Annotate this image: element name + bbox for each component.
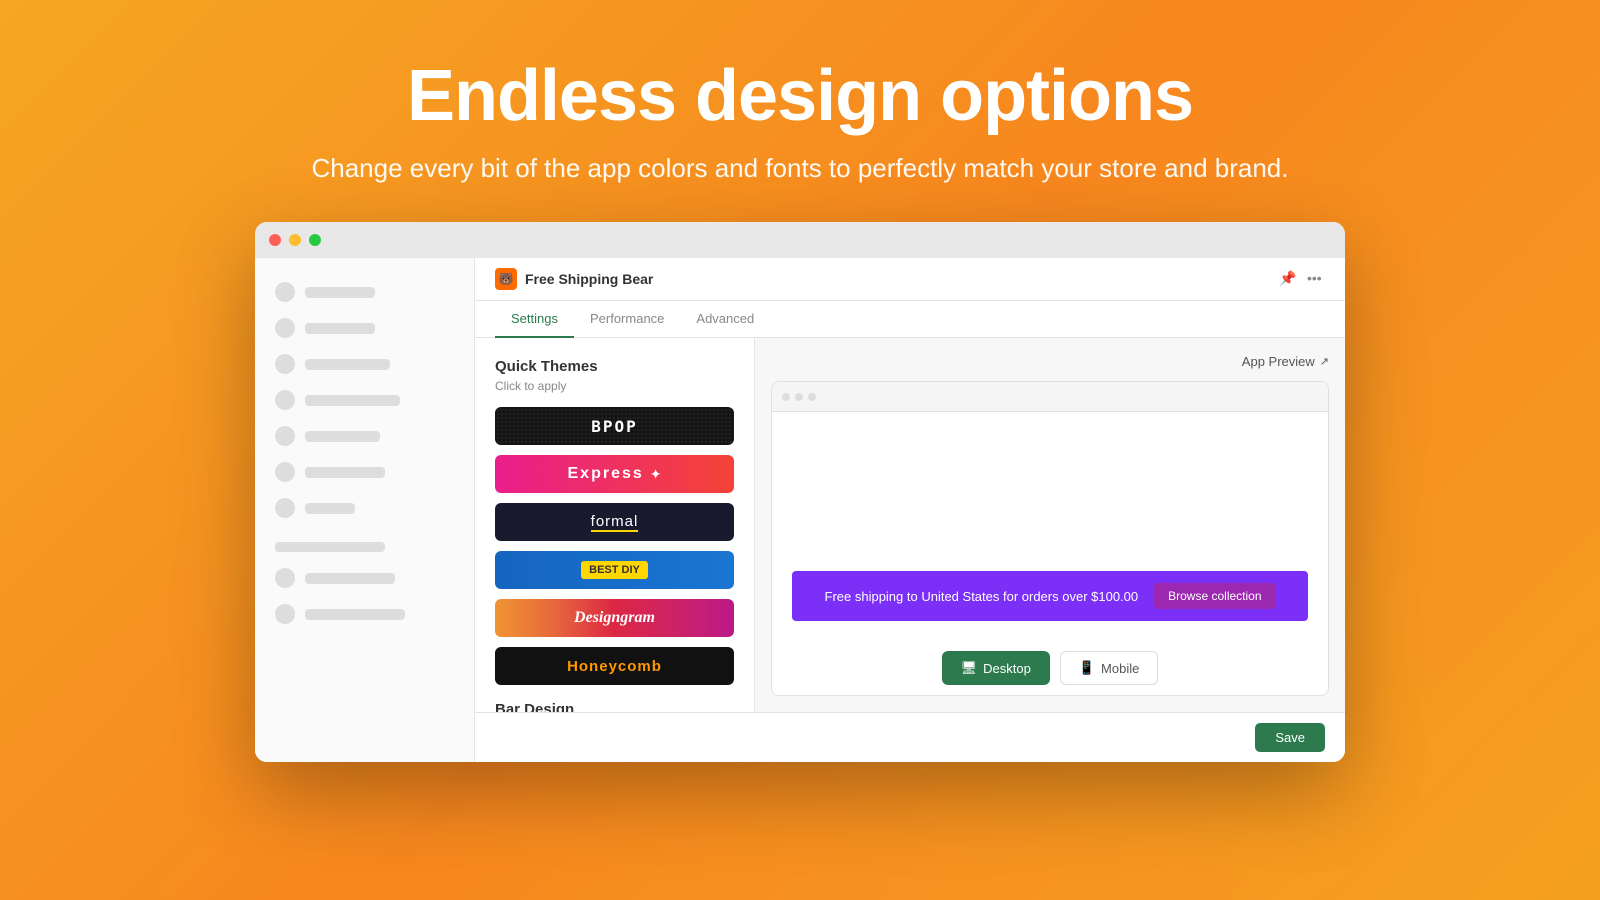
preview-dot-2 — [795, 393, 803, 401]
orders-icon — [275, 318, 295, 338]
theme-formal[interactable]: formal — [495, 503, 734, 541]
more-icon[interactable]: ••• — [1307, 270, 1325, 288]
right-panel: App Preview ↗ Free shipping to Unit — [755, 338, 1345, 712]
sidebar-item-analytics[interactable] — [255, 418, 474, 454]
sidebar-item-discounts[interactable] — [255, 454, 474, 490]
shipping-bar-text: Free shipping to United States for order… — [825, 589, 1139, 604]
sidebar-label-products — [305, 359, 390, 370]
sidebar-item-orders[interactable] — [255, 310, 474, 346]
app-preview-link[interactable]: App Preview ↗ — [1242, 354, 1329, 369]
header-actions: 📌 ••• — [1279, 270, 1325, 288]
sidebar-item-apps[interactable] — [255, 490, 474, 526]
app-title-area: 🐻 Free Shipping Bear — [495, 268, 653, 290]
desktop-icon: 🖥 — [961, 660, 978, 676]
pos-icon — [275, 604, 295, 624]
traffic-light-yellow[interactable] — [289, 234, 301, 246]
theme-designgram[interactable]: Designgram — [495, 599, 734, 637]
save-button[interactable]: Save — [1255, 723, 1325, 752]
sidebar-label-customers — [305, 395, 400, 406]
browse-collection-button[interactable]: Browse collection — [1154, 583, 1275, 609]
quick-themes-subtitle: Click to apply — [495, 379, 734, 393]
desktop-label: Desktop — [983, 661, 1031, 676]
mobile-icon: 📱 — [1079, 660, 1095, 676]
browser-titlebar — [255, 222, 1345, 258]
discounts-icon — [275, 462, 295, 482]
traffic-light-green[interactable] — [309, 234, 321, 246]
online-store-icon — [275, 568, 295, 588]
tab-performance[interactable]: Performance — [574, 301, 680, 338]
preview-browser-bar — [772, 382, 1328, 412]
preview-footer: 🖥 Desktop 📱 Mobile — [772, 641, 1328, 695]
sidebar-label-discounts — [305, 467, 385, 478]
theme-bpop-label: BPOP — [591, 417, 638, 436]
mobile-button[interactable]: 📱 Mobile — [1060, 651, 1158, 685]
theme-formal-label: formal — [591, 513, 639, 532]
app-name-label: Free Shipping Bear — [525, 271, 653, 287]
customers-icon — [275, 390, 295, 410]
app-icon: 🐻 — [495, 268, 517, 290]
preview-content: Free shipping to United States for order… — [772, 412, 1328, 641]
theme-bpop[interactable]: BPOP — [495, 407, 734, 445]
content-area: Quick Themes Click to apply BPOP Express… — [475, 338, 1345, 712]
theme-honeycomb-label: Honeycomb — [567, 658, 662, 675]
tab-advanced[interactable]: Advanced — [680, 301, 770, 338]
home-icon — [275, 282, 295, 302]
sidebar-label-orders — [305, 323, 375, 334]
desktop-button[interactable]: 🖥 Desktop — [942, 651, 1050, 685]
preview-browser: Free shipping to United States for order… — [771, 381, 1329, 696]
tabs-bar: Settings Performance Advanced — [475, 301, 1345, 338]
shipping-bar: Free shipping to United States for order… — [792, 571, 1308, 621]
hero-subtitle: Change every bit of the app colors and f… — [311, 153, 1288, 184]
sidebar-section-label — [275, 542, 385, 552]
sidebar — [255, 258, 475, 762]
browser-window: 🐻 Free Shipping Bear 📌 ••• Settings Perf… — [255, 222, 1345, 762]
sidebar-label-pos — [305, 609, 405, 620]
app-header: 🐻 Free Shipping Bear 📌 ••• — [475, 258, 1345, 301]
external-link-icon: ↗ — [1320, 355, 1329, 368]
products-icon — [275, 354, 295, 374]
left-panel: Quick Themes Click to apply BPOP Express… — [475, 338, 755, 712]
save-bar: Save — [475, 712, 1345, 762]
preview-header: App Preview ↗ — [771, 354, 1329, 369]
preview-dot-3 — [808, 393, 816, 401]
sidebar-label-home — [305, 287, 375, 298]
preview-dot-1 — [782, 393, 790, 401]
theme-bestdiy[interactable]: BEST DIY — [495, 551, 734, 589]
sidebar-item-pos[interactable] — [255, 596, 474, 632]
traffic-light-red[interactable] — [269, 234, 281, 246]
pin-icon[interactable]: 📌 — [1279, 270, 1297, 288]
bar-design-title: Bar Design — [495, 701, 734, 712]
sidebar-item-online-store[interactable] — [255, 560, 474, 596]
analytics-icon — [275, 426, 295, 446]
browser-content: 🐻 Free Shipping Bear 📌 ••• Settings Perf… — [255, 258, 1345, 762]
app-preview-label: App Preview — [1242, 354, 1315, 369]
sidebar-item-customers[interactable] — [255, 382, 474, 418]
theme-express-label: Express — [568, 465, 644, 483]
theme-designgram-label: Designgram — [574, 609, 655, 627]
theme-bestdiy-label: BEST DIY — [581, 561, 648, 579]
tab-settings[interactable]: Settings — [495, 301, 574, 338]
theme-express[interactable]: Express ✦ — [495, 455, 734, 493]
theme-honeycomb[interactable]: Honeycomb — [495, 647, 734, 685]
sidebar-label-apps — [305, 503, 355, 514]
sidebar-item-products[interactable] — [255, 346, 474, 382]
sidebar-label-online-store — [305, 573, 395, 584]
main-panel: 🐻 Free Shipping Bear 📌 ••• Settings Perf… — [475, 258, 1345, 762]
quick-themes-title: Quick Themes — [495, 358, 734, 375]
sidebar-label-analytics — [305, 431, 380, 442]
hero-title: Endless design options — [407, 55, 1193, 137]
sidebar-item-home[interactable] — [255, 274, 474, 310]
mobile-label: Mobile — [1101, 661, 1139, 676]
bar-design-section: Bar Design Top color — [495, 701, 734, 712]
apps-icon — [275, 498, 295, 518]
